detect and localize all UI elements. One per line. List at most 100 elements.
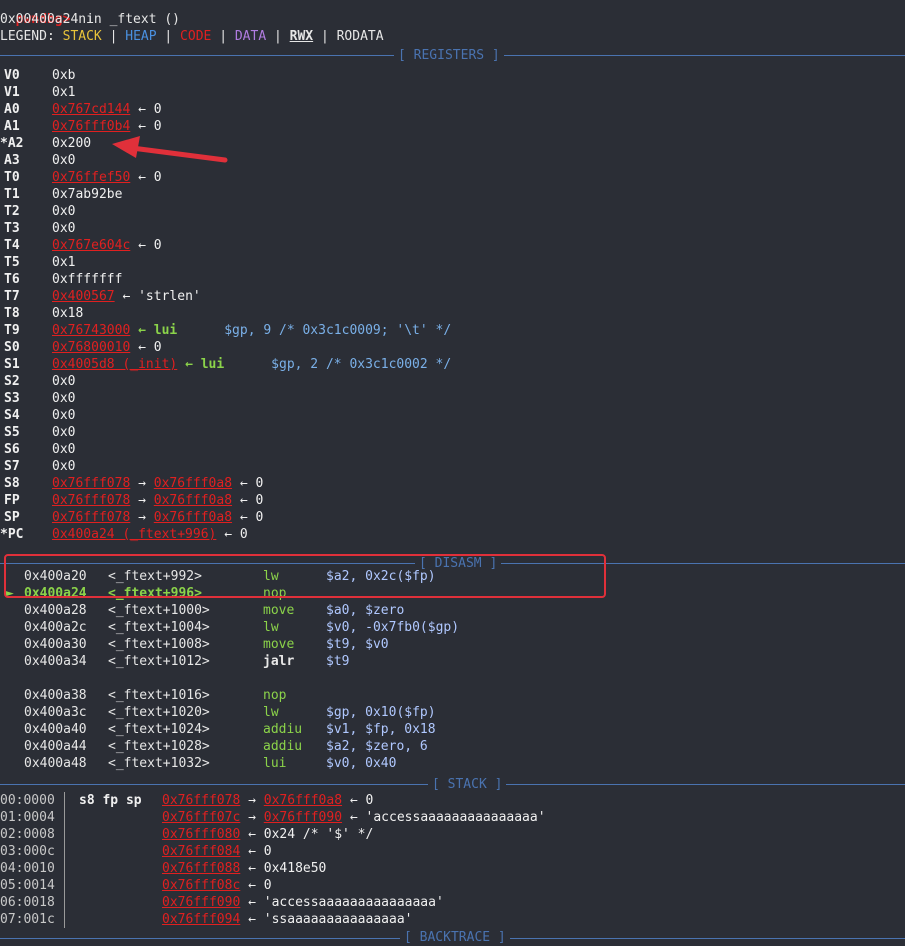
disasm-operands: $t9, $v0 [326,637,389,652]
register-value: 0x200 [52,135,91,152]
register-row: T7 0x400567 ← 'strlen' [0,288,905,305]
register-value: 0xfffffff [52,271,122,288]
register-value-text: 0x0 [52,153,76,168]
legend-rodata: RODATA [336,29,384,44]
stack-value: 0x76fff078 → 0x76fff0a8 ← 0 [162,792,373,809]
register-deref: ← 0 [138,238,162,253]
register-value-text: 0x4005d8 (_init) [52,357,178,372]
register-value-text: 0x0 [52,425,76,440]
register-value: 0x0 [52,441,75,458]
stack-row: 07:001c 0x76fff094 ← 'ssaaaaaaaaaaaaaaa' [0,911,905,928]
register-name: T4 [4,238,20,253]
legend-sep: | [320,29,329,44]
register-value-text: 0x400567 [52,289,115,304]
stack-address-deref: 0x76fff0a8 [263,793,343,808]
backtrace-title: [ BACKTRACE ] [400,929,510,946]
stack-row: 05:0014 0x76fff08c ← 0 [0,877,905,894]
register-name: A0 [4,102,20,117]
register-value: 0x400567 ← 'strlen' [52,288,201,305]
register-deref: ← lui [185,357,225,372]
register-value-text: 0x0 [52,374,76,389]
disasm-operands: $v1, $fp, 0x18 [326,722,436,737]
registers-title: [ REGISTERS ] [394,47,504,64]
disasm-symbol: <_ftext+1020> [108,705,210,720]
register-deref: ← 0 [138,102,162,117]
stack-offset: 04:0010 [0,861,55,876]
register-row: S8 0x76fff078 → 0x76fff0a8 ← 0 [0,475,905,492]
register-row: S4 0x0 [0,407,905,424]
register-value: 0x0 [52,424,75,441]
stack-deref: ← 0 [349,793,374,808]
disasm-mnemonic: move [263,603,295,618]
register-value: 0x1 [52,84,75,101]
disasm-operands: $v0, -0x7fb0($gp) [326,620,460,635]
location-line: 0x00400a24 in _ftext () [0,12,181,27]
command-line: pwndbg> ni [0,0,94,27]
legend-data: DATA [234,29,267,44]
register-row: T8 0x18 [0,305,905,322]
register-name: S8 [4,476,20,491]
register-name: T3 [4,221,20,236]
register-row: T3 0x0 [0,220,905,237]
register-value-text: 0x0 [52,221,76,236]
disasm-mnemonic: addiu [263,722,303,737]
register-name: S3 [4,391,20,406]
disasm-operands: $a0, $zero [326,603,405,618]
stack-row: 00:0000 s8 fp sp 0x76fff078 → 0x76fff0a8 ←… [0,792,905,809]
disasm-row: 0x400a48 <_ftext+1032> lui $v0, 0x40 [0,755,905,772]
pointer-arrow: → [248,810,256,825]
register-row: T2 0x0 [0,203,905,220]
legend-sep: | [109,29,118,44]
stack-address: 0x76fff080 [162,827,241,842]
register-value-deref: 0x76fff0a8 [153,493,233,508]
register-value: 0x18 [52,305,83,322]
disasm-row: 0x400a28 <_ftext+1000> move $a0, $zero [0,602,905,619]
register-value-text: 0x767e604c [52,238,131,253]
register-row: S2 0x0 [0,373,905,390]
register-name: FP [4,493,20,508]
register-name: T1 [4,187,20,202]
register-value: 0x1 [52,254,75,271]
register-name: V1 [4,85,20,100]
disasm-mnemonic: addiu [263,739,303,754]
register-deref: ← 0 [138,340,162,355]
disasm-mnemonic: lw [263,620,279,635]
disasm-symbol: <_ftext+1032> [108,756,210,771]
stack-deref: ← 0x24 /* '$' */ [248,827,374,842]
stack-offset: 00:0000 [0,793,55,808]
register-value: 0x76ffef50 ← 0 [52,169,162,186]
disasm-operands: $t9 [326,654,350,669]
register-value-text: 0x0 [52,459,76,474]
disasm-operands: $gp, 0x10($fp) [326,705,436,720]
register-value: 0x0 [52,152,75,169]
disasm-symbol: <_ftext+1028> [108,739,210,754]
stack-deref: ← 0 [248,878,272,893]
stack-value: 0x76fff084 ← 0 [162,843,272,860]
stack-deref: ← 'accessaaaaaaaaaaaaaaa' [248,895,444,910]
register-row: V1 0x1 [0,84,905,101]
legend-line: LEGEND: STACK | HEAP | CODE | DATA | RWX… [0,28,384,45]
register-deref: ← 0 [239,510,264,525]
register-value-text: 0x7ab92be [52,187,123,202]
stack-title: [ STACK ] [428,776,507,793]
stack-value: 0x76fff088 ← 0x418e50 [162,860,326,877]
register-value-text: 0xfffffff [52,272,123,287]
stack-offset: 07:001c [0,912,55,927]
register-row: S1 0x4005d8 (_init) ← lui $gp, 2 /* 0x3c1… [0,356,905,373]
disasm-address: 0x400a48 [24,756,87,771]
stack-offset: 01:0004 [0,810,55,825]
register-name: T5 [4,255,20,270]
register-value: 0x767e604c ← 0 [52,237,162,254]
register-row: FP 0x76fff078 → 0x76fff0a8 ← 0 [0,492,905,509]
register-value-text: 0x76800010 [52,340,131,355]
register-value: 0x76fff078 → 0x76fff0a8 ← 0 [52,492,263,509]
disasm-mnemonic: lui [263,756,287,771]
stack-deref: ← 'ssaaaaaaaaaaaaaaa' [248,912,413,927]
disasm-address: 0x400a34 [24,654,87,669]
register-deref: ← 0 [239,476,264,491]
disasm-address: 0x400a30 [24,637,87,652]
register-name: A3 [4,153,20,168]
disasm-row: 0x400a3c <_ftext+1020> lw $gp, 0x10($fp) [0,704,905,721]
register-deref: ← 0 [224,527,248,542]
register-value-text: 0x200 [52,136,92,151]
